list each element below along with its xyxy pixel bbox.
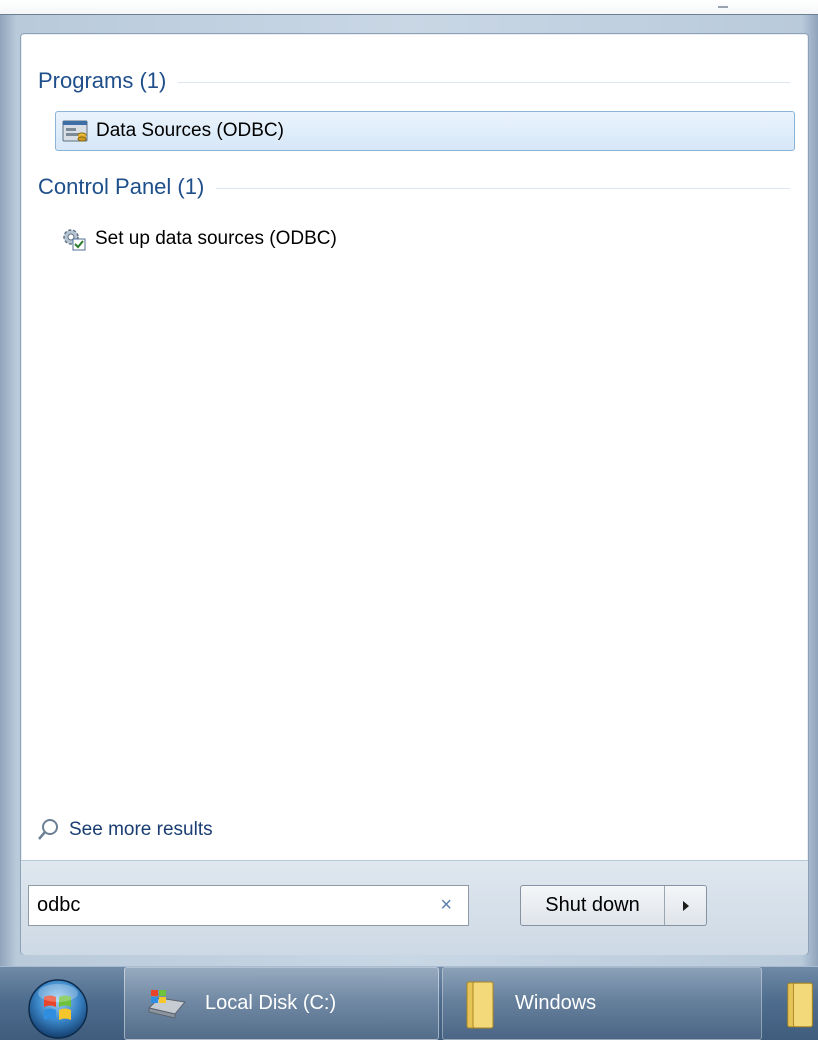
triangle-right-icon: [682, 900, 689, 911]
group-title-control-panel: Control Panel (1): [38, 174, 205, 199]
top-strip: [0, 0, 818, 14]
drive-icon: [148, 989, 186, 1019]
group-divider: [216, 187, 790, 189]
group-header-programs: Programs (1): [38, 66, 790, 96]
search-box[interactable]: ×: [28, 885, 469, 926]
clear-search-icon[interactable]: ×: [440, 894, 452, 916]
result-label: Set up data sources (ODBC): [95, 228, 337, 249]
taskbar-item-overflow[interactable]: [766, 967, 818, 1040]
group-header-control-panel: Control Panel (1): [38, 172, 790, 202]
folder-icon: [466, 981, 494, 1028]
top-tick: [718, 6, 728, 8]
result-label: Data Sources (ODBC): [96, 120, 284, 141]
taskbar-item-label: Windows: [515, 992, 597, 1014]
odbc-program-icon: [62, 120, 88, 142]
search-input[interactable]: [29, 893, 429, 918]
see-more-label: See more results: [69, 819, 213, 840]
taskbar: Local Disk (C:) Windows: [0, 966, 818, 1040]
shutdown-split-button: Shut down: [520, 885, 707, 926]
search-icon: [38, 819, 58, 840]
control-panel-gear-icon: [63, 229, 86, 251]
shutdown-options-button[interactable]: [665, 886, 706, 925]
start-menu-results-panel: Programs (1) Data Sources (ODBC) Control…: [20, 33, 809, 955]
group-divider: [178, 81, 790, 83]
group-title-programs: Programs (1): [38, 68, 167, 93]
taskbar-item-local-disk[interactable]: Local Disk (C:): [124, 967, 439, 1040]
see-more-results-link[interactable]: See more results: [37, 816, 213, 844]
result-set-up-data-sources[interactable]: Set up data sources (ODBC): [55, 219, 795, 259]
taskbar-item-windows[interactable]: Windows: [442, 967, 762, 1040]
shutdown-button[interactable]: Shut down: [521, 886, 665, 925]
taskbar-item-label: Local Disk (C:): [205, 992, 337, 1014]
folder-icon: [787, 982, 813, 1027]
result-data-sources-odbc[interactable]: Data Sources (ODBC): [55, 111, 795, 151]
windows-start-orb-icon[interactable]: [22, 975, 94, 1039]
